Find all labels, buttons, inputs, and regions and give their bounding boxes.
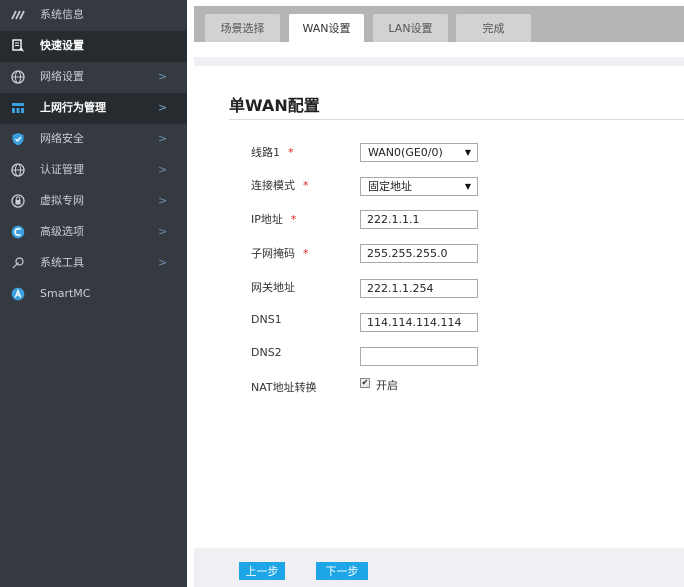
nat-enable-label: 开启 xyxy=(376,379,398,392)
sidebar-item-label: 快速设置 xyxy=(40,39,84,52)
connection-mode-select[interactable]: 固定地址 ▼ xyxy=(360,177,478,196)
advanced-icon xyxy=(11,225,25,239)
chevron-right-icon: > xyxy=(158,194,168,207)
shield-icon xyxy=(11,132,25,146)
dashboard-icon xyxy=(11,8,25,22)
smartmc-icon xyxy=(11,287,25,301)
mode-label: 连接模式 * xyxy=(251,177,309,193)
mask-label-text: 子网掩码 xyxy=(251,247,295,260)
dns1-input[interactable] xyxy=(360,313,478,332)
subnet-mask-input[interactable] xyxy=(360,244,478,263)
required-mark: * xyxy=(303,179,309,192)
tab-wan-settings[interactable]: WAN设置 xyxy=(289,14,364,42)
line-select[interactable]: WAN0(GE0/0) ▼ xyxy=(360,143,478,162)
behavior-icon xyxy=(11,101,25,115)
chevron-right-icon: > xyxy=(158,101,168,114)
required-mark: * xyxy=(303,247,309,260)
mode-select-value: 固定地址 xyxy=(368,180,412,193)
tools-icon xyxy=(11,256,25,270)
vpn-icon xyxy=(11,194,25,208)
globe-icon xyxy=(11,163,25,177)
line-select-value: WAN0(GE0/0) xyxy=(368,146,443,159)
ip-address-input[interactable] xyxy=(360,210,478,229)
next-step-button[interactable]: 下一步 xyxy=(316,562,368,580)
tab-scene-select[interactable]: 场景选择 xyxy=(205,14,280,42)
chevron-right-icon: > xyxy=(158,163,168,176)
wizard-tab-bar: 场景选择 WAN设置 LAN设置 完成 xyxy=(194,6,684,42)
nat-label: NAT地址转换 xyxy=(251,381,317,394)
dns1-label: DNS1 xyxy=(251,313,282,326)
page-title: 单WAN配置 xyxy=(229,96,320,115)
sidebar-item-label: 网络设置 xyxy=(40,70,84,83)
prev-step-button[interactable]: 上一步 xyxy=(239,562,285,580)
sidebar: 系统信息 快速设置 网络设置 > 上网行为管理 > 网络安全 > 认证管理 > xyxy=(0,0,187,587)
tab-strip-divider xyxy=(194,57,684,66)
sidebar-item-network-security[interactable]: 网络安全 > xyxy=(0,124,187,155)
tab-label: 场景选择 xyxy=(220,22,265,35)
sidebar-item-label: 高级选项 xyxy=(40,225,84,238)
sidebar-item-quick-setup[interactable]: 快速设置 xyxy=(0,31,187,62)
line-label-text: 线路1 xyxy=(251,146,280,159)
sidebar-item-label: 系统工具 xyxy=(40,256,84,269)
gateway-label: 网关地址 xyxy=(251,281,295,294)
quick-setup-icon xyxy=(11,39,25,53)
dns2-input[interactable] xyxy=(360,347,478,366)
sidebar-item-behavior-management[interactable]: 上网行为管理 > xyxy=(0,93,187,124)
tab-label: WAN设置 xyxy=(302,22,351,35)
required-mark: * xyxy=(288,146,294,159)
mode-label-text: 连接模式 xyxy=(251,179,295,192)
sidebar-item-advanced-options[interactable]: 高级选项 > xyxy=(0,217,187,248)
chevron-right-icon: > xyxy=(158,70,168,83)
tab-lan-settings[interactable]: LAN设置 xyxy=(373,14,448,42)
sidebar-item-smartmc[interactable]: SmartMC xyxy=(0,279,187,310)
sidebar-item-label: 网络安全 xyxy=(40,132,84,145)
gateway-input[interactable] xyxy=(360,279,478,298)
sidebar-item-label: 系统信息 xyxy=(40,8,84,21)
chevron-right-icon: > xyxy=(158,225,168,238)
sidebar-item-auth-management[interactable]: 认证管理 > xyxy=(0,155,187,186)
nat-checkbox[interactable]: ✔ xyxy=(360,378,370,388)
tab-label: LAN设置 xyxy=(388,22,433,35)
sidebar-item-label: SmartMC xyxy=(40,287,91,300)
sidebar-item-system-info[interactable]: 系统信息 xyxy=(0,0,187,31)
tab-finish[interactable]: 完成 xyxy=(456,14,531,42)
ip-label-text: IP地址 xyxy=(251,213,283,226)
sidebar-item-network-settings[interactable]: 网络设置 > xyxy=(0,62,187,93)
tab-label: 完成 xyxy=(482,22,505,35)
line-label: 线路1 * xyxy=(251,144,294,160)
mask-label: 子网掩码 * xyxy=(251,245,309,261)
sidebar-item-label: 虚拟专网 xyxy=(40,194,84,207)
caret-down-icon: ▼ xyxy=(464,182,471,191)
ip-label: IP地址 * xyxy=(251,211,296,227)
required-mark: * xyxy=(290,213,297,226)
caret-down-icon: ▼ xyxy=(464,148,471,157)
title-divider xyxy=(229,119,684,120)
chevron-right-icon: > xyxy=(158,132,168,145)
chevron-right-icon: > xyxy=(158,256,168,269)
sidebar-item-system-tools[interactable]: 系统工具 > xyxy=(0,248,187,279)
sidebar-item-label: 认证管理 xyxy=(40,163,84,176)
sidebar-item-label: 上网行为管理 xyxy=(40,101,106,114)
sidebar-item-vpn[interactable]: 虚拟专网 > xyxy=(0,186,187,217)
globe-icon xyxy=(11,70,25,84)
dns2-label: DNS2 xyxy=(251,346,282,359)
